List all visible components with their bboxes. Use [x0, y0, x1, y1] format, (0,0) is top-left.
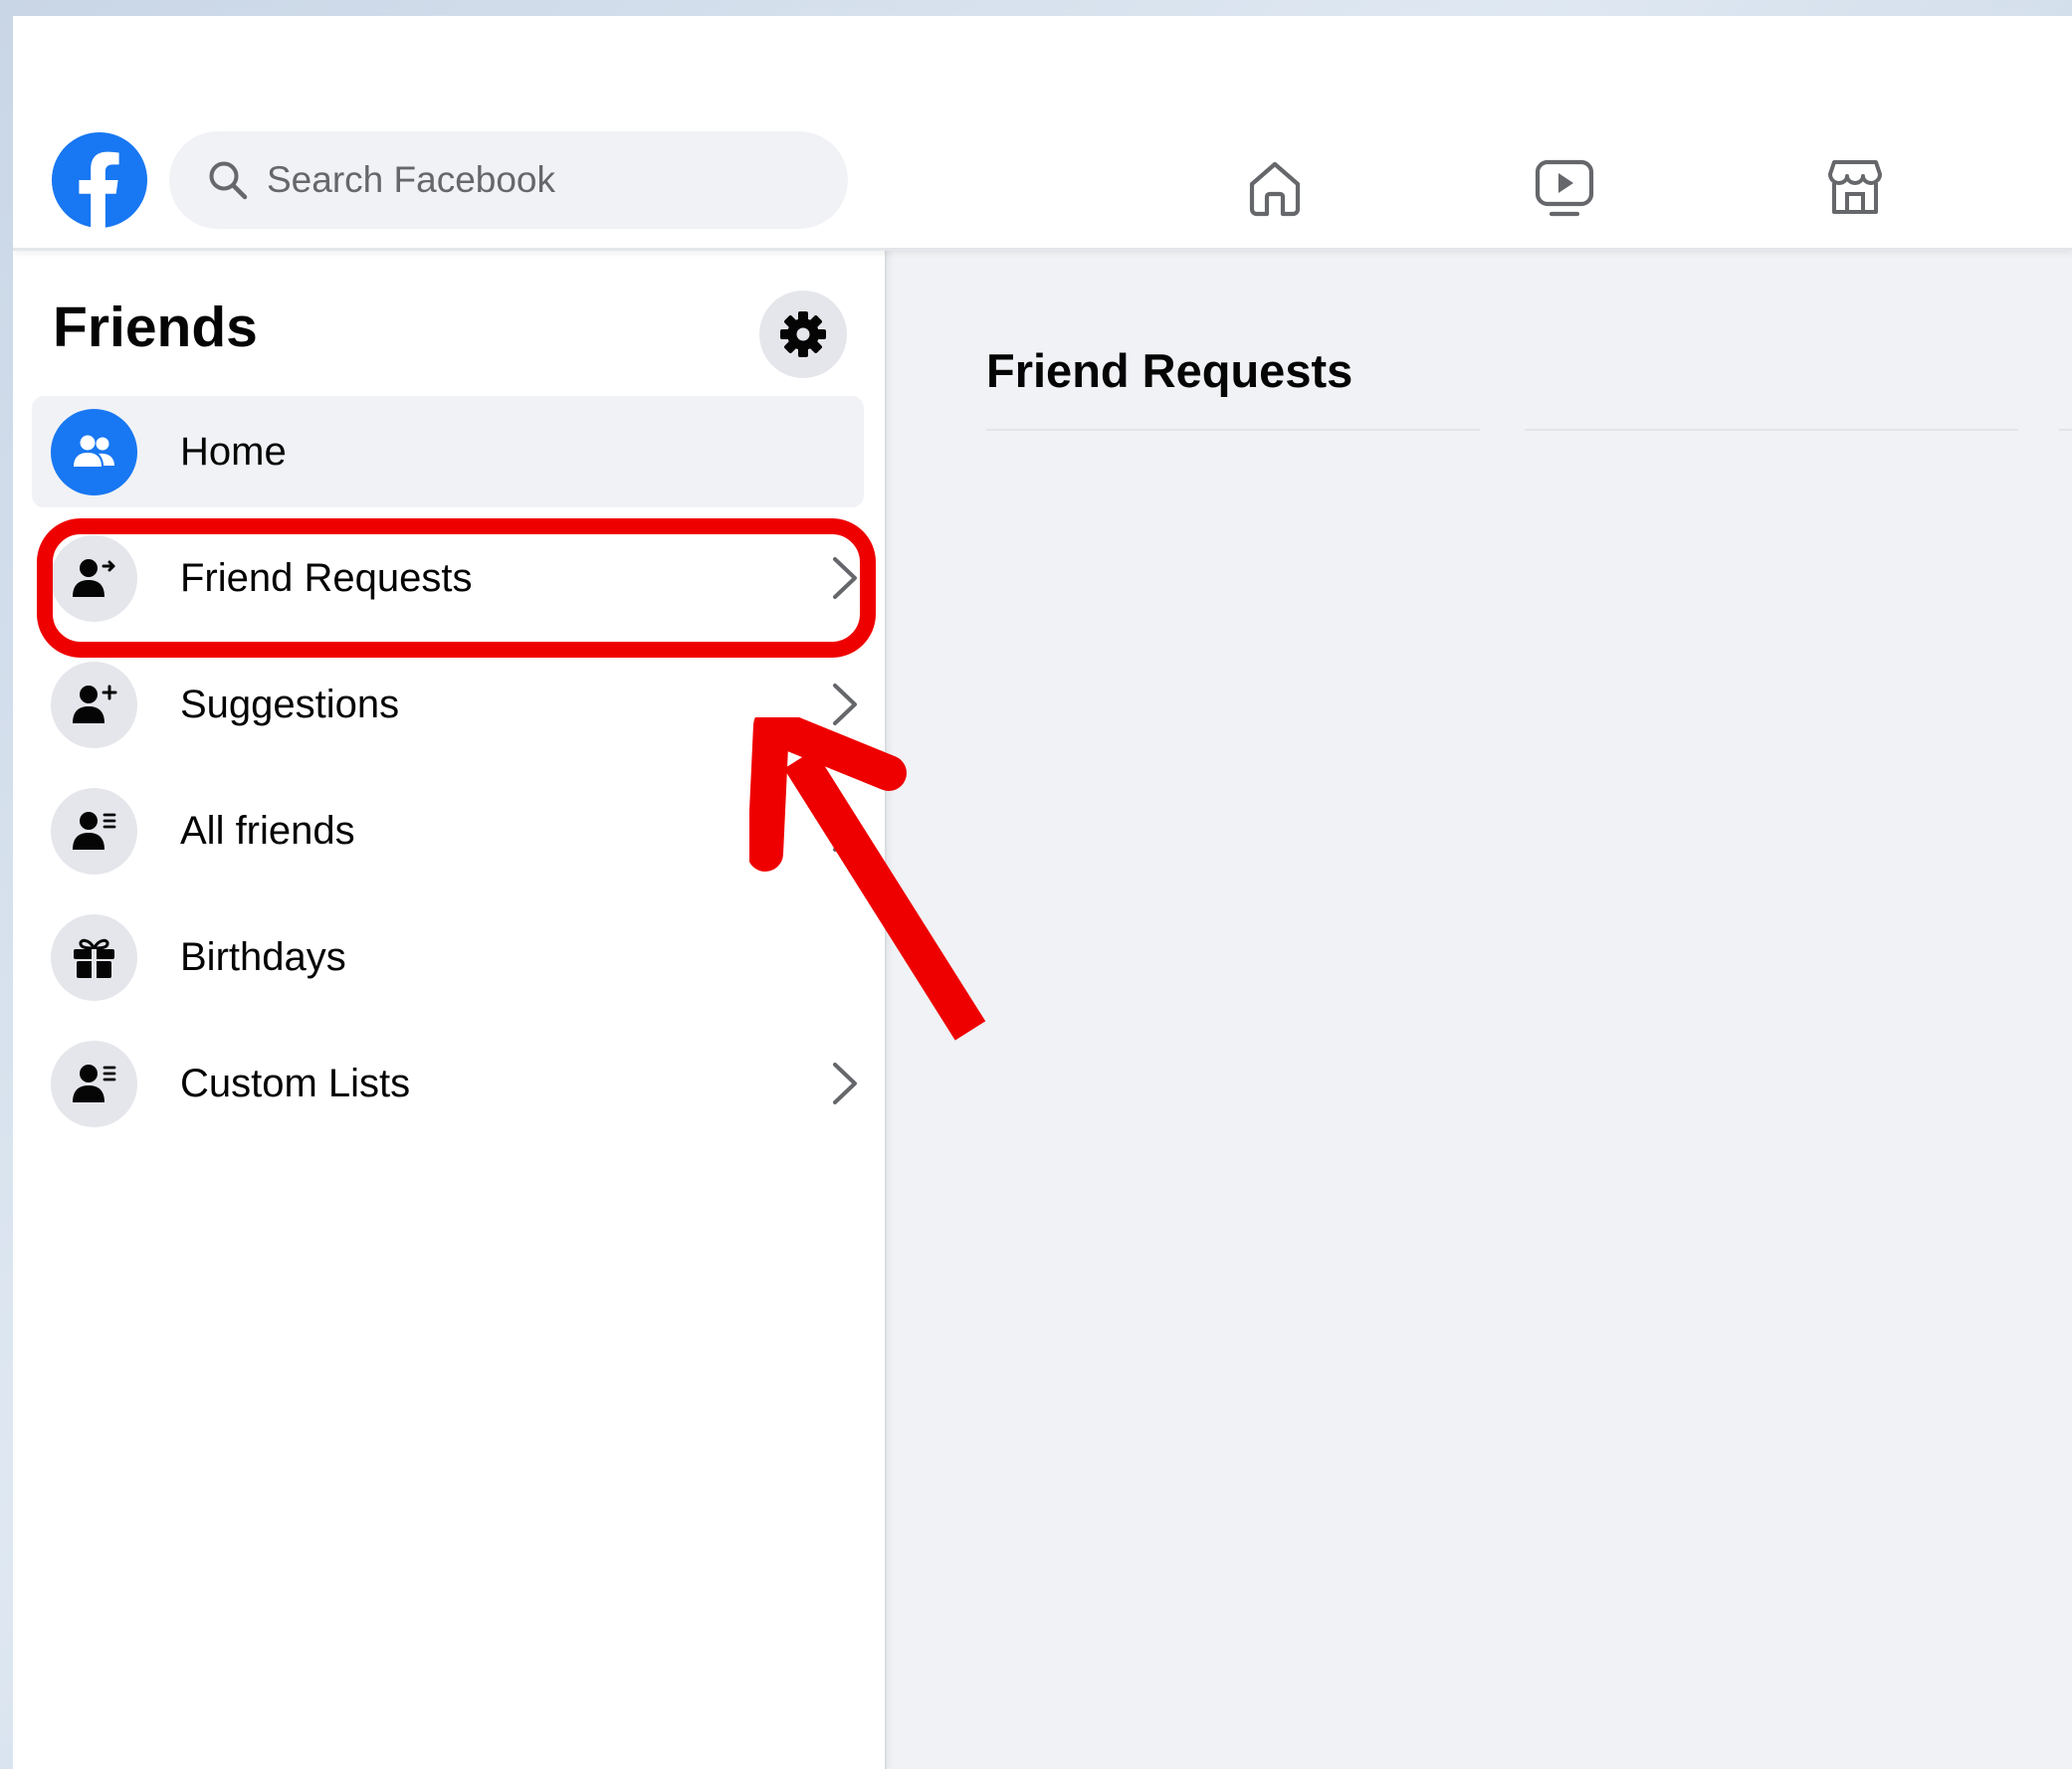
suggestions-icon [51, 662, 137, 748]
sidebar-item-home[interactable]: Home [32, 396, 864, 507]
sidebar-item-all-friends[interactable]: All friends [32, 775, 864, 886]
all-friends-icon [51, 788, 137, 875]
sidebar-item-birthdays[interactable]: Birthdays [32, 901, 864, 1013]
gift-icon [51, 914, 137, 1001]
divider [1525, 429, 2018, 431]
browser-window: Friends [13, 16, 2072, 1769]
marketplace-icon[interactable] [1824, 157, 1886, 219]
main-content: Friend Requests [885, 248, 2072, 1769]
sidebar-item-label: All friends [180, 809, 355, 853]
home-icon[interactable] [1244, 157, 1306, 219]
sidebar-item-custom-lists[interactable]: Custom Lists [32, 1028, 864, 1139]
friends-sidebar: Friends Home Friend Requests Suggestions… [13, 248, 887, 1769]
sidebar-item-label: Friend Requests [180, 556, 473, 600]
sidebar-item-label: Custom Lists [180, 1062, 411, 1105]
settings-button[interactable] [759, 291, 847, 378]
sidebar-item-label: Home [180, 430, 287, 474]
sidebar-item-label: Birthdays [180, 935, 346, 979]
chevron-right-icon [833, 557, 857, 599]
sidebar-item-suggestions[interactable]: Suggestions [32, 649, 864, 760]
search-input[interactable] [267, 131, 824, 229]
sidebar-title: Friends [53, 295, 258, 359]
facebook-logo-icon[interactable] [51, 131, 148, 229]
sidebar-item-label: Suggestions [180, 683, 400, 726]
page-title: Friend Requests [986, 344, 1353, 397]
chevron-right-icon [833, 684, 857, 725]
divider [2059, 429, 2072, 431]
top-navigation-bar [13, 16, 2072, 251]
search-icon [209, 161, 248, 200]
sidebar-item-friend-requests[interactable]: Friend Requests [32, 522, 864, 634]
custom-lists-icon [51, 1041, 137, 1127]
friend-request-icon [51, 535, 137, 622]
search-bar[interactable] [169, 131, 848, 229]
chevron-right-icon [833, 810, 857, 852]
chevron-right-icon [833, 1063, 857, 1104]
friends-home-icon [51, 409, 137, 495]
gear-icon [780, 311, 826, 357]
watch-icon[interactable] [1534, 157, 1595, 219]
divider [986, 429, 1480, 431]
